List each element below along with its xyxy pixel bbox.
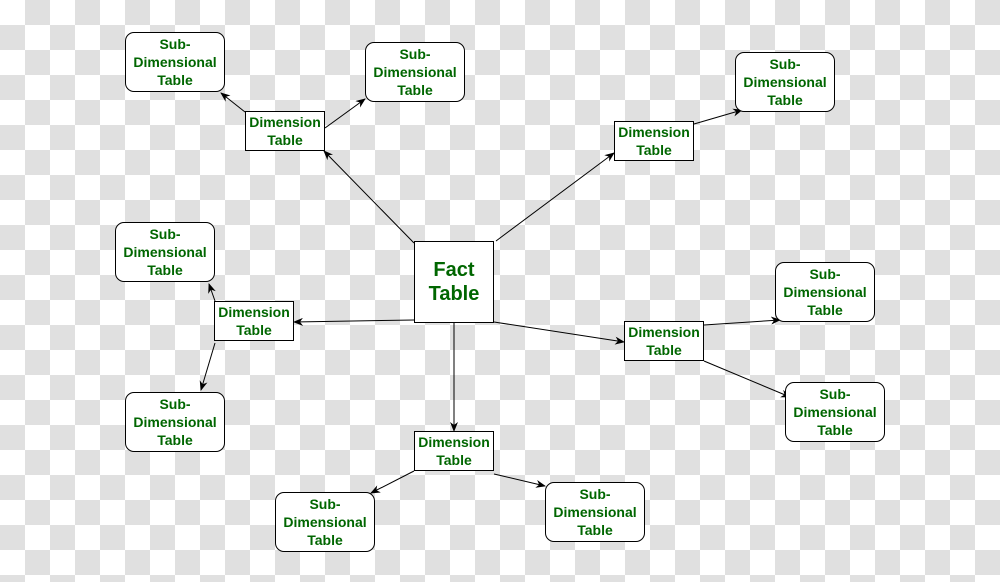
sub-dimensional-table-node: Sub- Dimensional Table <box>115 222 215 282</box>
dimension-table-node: Dimension Table <box>624 321 704 361</box>
arrow-d1-to-s1 <box>220 92 246 113</box>
fact-table-node: Fact Table <box>414 241 494 323</box>
arrow-fact-to-d1 <box>323 150 415 244</box>
sub-dimensional-table-node: Sub- Dimensional Table <box>735 52 835 112</box>
dimension-table-node: Dimension Table <box>245 111 325 151</box>
dimension-table-node: Dimension Table <box>214 301 294 341</box>
arrow-fact-to-d3 <box>293 317 415 326</box>
arrow-d4-to-s6 <box>703 316 781 326</box>
arrow-d1-to-s2 <box>324 98 366 129</box>
sub-dimensional-table-node: Sub- Dimensional Table <box>125 392 225 452</box>
sub-dimensional-table-node: Sub- Dimensional Table <box>365 42 465 102</box>
arrow-d2-to-s3 <box>693 108 743 125</box>
sub-dimensional-table-node: Sub- Dimensional Table <box>275 492 375 552</box>
sub-dimensional-table-node: Sub- Dimensional Table <box>125 32 225 92</box>
arrow-d5-to-s8 <box>370 470 415 494</box>
arrow-d3-to-s5 <box>199 342 216 391</box>
arrow-fact-to-d4 <box>493 321 625 345</box>
dimension-table-node: Dimension Table <box>414 431 494 471</box>
arrow-fact-to-d2 <box>495 152 615 242</box>
arrow-d5-to-s9 <box>493 473 546 488</box>
sub-dimensional-table-node: Sub- Dimensional Table <box>775 262 875 322</box>
arrow-d4-to-s7 <box>703 360 791 398</box>
dimension-table-node: Dimension Table <box>614 121 694 161</box>
sub-dimensional-table-node: Sub- Dimensional Table <box>545 482 645 542</box>
sub-dimensional-table-node: Sub- Dimensional Table <box>785 382 885 442</box>
arrow-d3-to-s4 <box>208 283 216 302</box>
